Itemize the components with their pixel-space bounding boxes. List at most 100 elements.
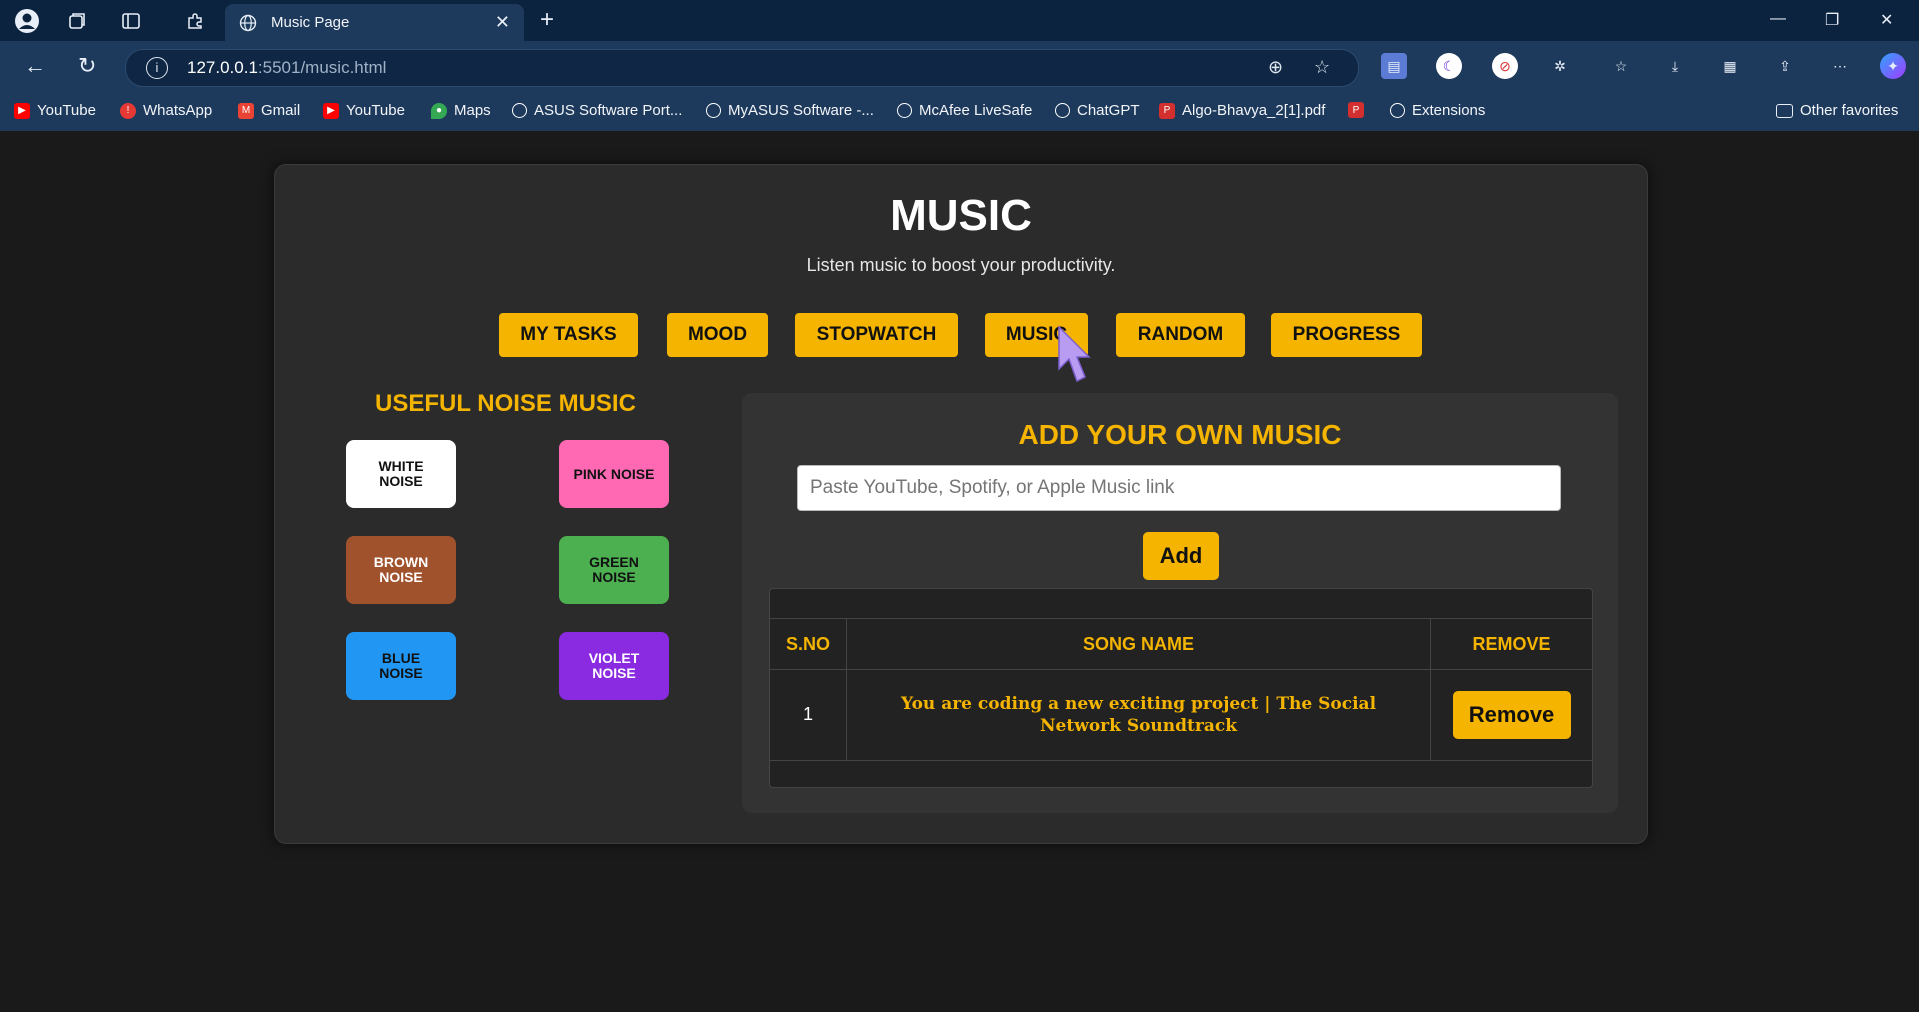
bookmark-5[interactable]: ASUS Software Port... [512,102,682,119]
bookmark-label: Gmail [261,102,301,119]
bookmark-label: Algo-Bhavya_2[1].pdf [1182,102,1326,119]
chatgpt-icon [1055,103,1070,118]
bookmark-3[interactable]: ▶ YouTube [323,102,405,119]
restore-icon[interactable]: ❐ [1825,10,1839,30]
globe-icon [897,103,912,118]
mouse-cursor-icon [1057,325,1091,390]
bookmark-4[interactable]: ● Maps [431,102,491,119]
youtube-icon: ▶ [323,102,339,119]
bookmark-label: YouTube [37,102,96,119]
profile-icon[interactable] [14,8,40,34]
pdf-icon: P [1159,102,1175,119]
nav-random-button[interactable]: RANDOM [1116,313,1245,357]
header-song-name: SONG NAME [1082,633,1194,654]
site-info-icon[interactable]: i [146,57,168,79]
bookmark-1[interactable]: ! WhatsApp [120,102,212,119]
brown-noise-button[interactable]: BROWN NOISE [346,536,456,604]
add-music-panel: ADD YOUR OWN MUSIC Add S.NO SONG NAME RE… [742,393,1618,813]
nav-my-tasks-button[interactable]: MY TASKS [499,313,638,357]
bookmark-8[interactable]: ChatGPT [1055,102,1140,119]
row-remove-cell: Remove [1431,669,1592,760]
bookmark-11[interactable]: Extensions [1390,102,1485,119]
close-window-icon[interactable]: ✕ [1880,10,1893,30]
green-noise-button[interactable]: GREEN NOISE [559,536,669,604]
favorites-icon[interactable]: ☆ [1608,53,1634,79]
bookmark-label: ASUS Software Port... [534,102,683,119]
pink-noise-button[interactable]: PINK NOISE [559,440,669,508]
noise-label: VIOLET NOISE [588,650,640,681]
globe-icon [512,103,527,118]
music-link-input[interactable] [797,465,1561,511]
browser-toolbar: ← ↻ i 127.0.0.1:5501/music.html ⊕ ☆ ▤ ☾ … [0,41,1919,93]
youtube-icon: ▶ [14,102,30,119]
nav-stopwatch-button[interactable]: STOPWATCH [795,313,958,357]
gmail-icon: M [238,102,254,119]
copilot-icon[interactable]: ✦ [1880,53,1906,79]
refresh-icon[interactable]: ↻ [78,53,96,79]
back-icon[interactable]: ← [24,53,46,79]
close-tab-icon[interactable]: ✕ [495,12,510,33]
address-bar[interactable]: i 127.0.0.1:5501/music.html ⊕ ☆ [125,49,1359,87]
tab-music-page[interactable]: Music Page ✕ [225,4,524,41]
white-noise-button[interactable]: WHITE NOISE [346,440,456,508]
song-name-link[interactable]: You are coding a new exciting project | … [899,693,1379,737]
bookmark-7[interactable]: McAfee LiveSafe [897,102,1032,119]
favorite-star-icon[interactable]: ☆ [1314,57,1330,78]
minimize-icon[interactable]: — [1770,10,1786,28]
new-tab-icon[interactable]: + [540,8,554,32]
header-sno: S.NO [785,633,830,654]
url-text[interactable]: 127.0.0.1:5501/music.html [187,58,386,78]
noise-label: BLUE NOISE [379,650,423,681]
browser-titlebar: Music Page ✕ + — ❐ ✕ [0,0,1919,41]
bookmark-label: McAfee LiveSafe [919,102,1033,119]
music-card: MUSIC Listen music to boost your product… [274,164,1648,844]
downloads-icon[interactable]: ⤓ [1662,53,1688,79]
bookmark-0[interactable]: ▶ YouTube [14,102,96,119]
bookmark-9[interactable]: P Algo-Bhavya_2[1].pdf [1159,102,1325,119]
row-sno: 1 [802,704,813,724]
moon-extension-icon[interactable]: ☾ [1436,53,1462,79]
blocker-extension-icon[interactable]: ⊘ [1492,53,1518,79]
other-favorites-folder[interactable]: Other favorites [1776,102,1898,119]
page-title: MUSIC [890,191,1032,240]
other-favorites-label: Other favorites [1800,102,1899,119]
table-divider [770,760,1592,761]
zoom-icon[interactable]: ⊕ [1268,57,1283,78]
folder-extension-icon[interactable]: ▤ [1381,53,1407,79]
globe-icon [706,103,721,118]
tab-title: Music Page [271,14,350,31]
noise-section-title: USEFUL NOISE MUSIC [375,390,636,417]
bookmark-label: MyASUS Software -... [728,102,874,119]
header-remove: REMOVE [1472,633,1551,654]
bookmarks-bar: ▶ YouTube ! WhatsApp M Gmail ▶ YouTube ● Maps ASUS… [0,93,1919,131]
bookmark-label: Extensions [1412,102,1486,119]
remove-button[interactable]: Remove [1452,690,1571,739]
tab-actions-icon[interactable] [118,8,144,34]
songs-table: S.NO SONG NAME REMOVE 1 You are coding a… [769,588,1593,788]
workspaces-icon[interactable] [64,8,90,34]
page-subtitle: Listen music to boost your productivity. [806,255,1116,275]
bookmark-label: ChatGPT [1077,102,1140,119]
maps-icon: ● [431,102,447,119]
pdf-icon: P [1348,102,1364,118]
nav-mood-button[interactable]: MOOD [667,313,768,357]
noise-label: PINK NOISE [573,465,655,482]
collections-icon[interactable]: ▦ [1717,53,1743,79]
add-button[interactable]: Add [1143,532,1219,580]
noise-label: BROWN NOISE [373,554,429,585]
more-options-icon[interactable]: ⋯ [1827,53,1853,79]
bookmark-6[interactable]: MyASUS Software -... [706,102,874,119]
blue-noise-button[interactable]: BLUE NOISE [346,632,456,700]
nav-progress-button[interactable]: PROGRESS [1271,313,1422,357]
extensions-icon[interactable]: ✲ [1547,53,1573,79]
bookmark-2[interactable]: M Gmail [238,102,300,119]
extensions-icon [1390,103,1405,118]
share-icon[interactable]: ⇪ [1772,53,1798,79]
table-row: You are coding a new exciting project | … [847,669,1430,760]
bookmark-label: Maps [454,102,491,119]
bookmark-label: YouTube [346,102,405,119]
noise-label: GREEN NOISE [589,554,639,585]
extension-puzzle-icon[interactable] [182,8,208,34]
bookmark-10[interactable]: P [1348,102,1371,118]
violet-noise-button[interactable]: VIOLET NOISE [559,632,669,700]
